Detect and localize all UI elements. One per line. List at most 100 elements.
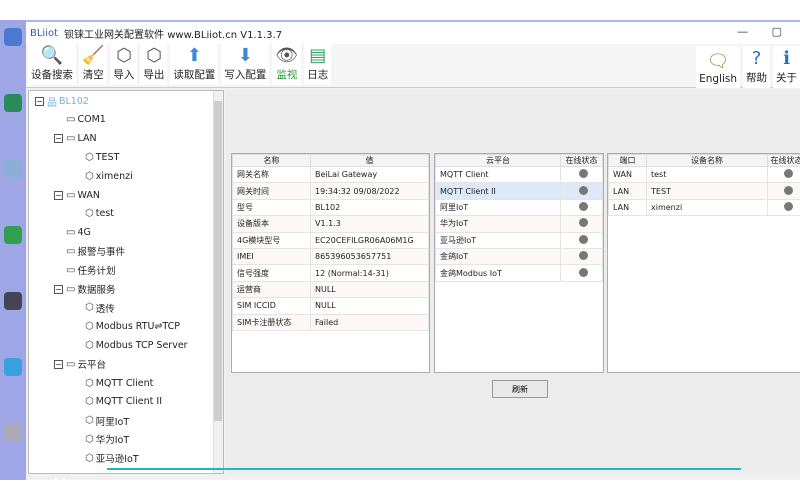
tree-item[interactable]: ▭ COM1: [66, 111, 106, 129]
table-row: 运营商 NULL: [232, 280, 429, 299]
desktop-settings-icon[interactable]: [2, 424, 24, 442]
status-dot-icon: [579, 267, 588, 277]
table-row[interactable]: MQTT Client: [435, 165, 603, 184]
log-icon: ▤: [309, 45, 327, 66]
toolbar-button-6[interactable]: 👁 监视: [272, 43, 302, 85]
toolbar-button-2[interactable]: ⬡ 导入: [110, 43, 138, 85]
tree-item-label: 透传: [95, 303, 115, 315]
cell-name: 4G模块型号: [232, 231, 311, 249]
toolbar-button-5[interactable]: ⬇ 写入配置: [221, 43, 270, 85]
refresh-button[interactable]: 刷新: [492, 380, 548, 398]
cell-status: [767, 165, 800, 184]
table-row: 网关名称 BeiLai Gateway: [232, 165, 429, 184]
table-row[interactable]: 华为IoT: [435, 215, 603, 233]
tree-item-label: ximenzi: [95, 170, 133, 182]
toolbar-right-button-1[interactable]: ? 帮助: [743, 46, 770, 88]
export-icon: ⬡: [146, 45, 162, 66]
collapse-icon[interactable]: −: [54, 190, 63, 200]
tree-item[interactable]: − ▭ WAN: [54, 186, 100, 204]
download-icon: ⬇: [237, 45, 253, 66]
status-dot-icon: [579, 218, 588, 228]
tree-item[interactable]: ⬡ TEST: [85, 148, 119, 166]
table-row[interactable]: LAN TEST: [608, 182, 800, 200]
tree-item[interactable]: ⬡ 亚马逊IoT: [85, 449, 139, 467]
scrollbar-thumb[interactable]: [214, 101, 222, 421]
toolbar-button-3[interactable]: ⬡ 导出: [140, 43, 168, 85]
tree-item[interactable]: − ▭ 数据服务: [54, 280, 115, 298]
tree-item-label: TEST: [95, 151, 120, 163]
toolbar-right-button-0[interactable]: 🗨 English: [696, 46, 740, 88]
collapse-icon[interactable]: −: [54, 359, 63, 369]
language-icon: 🗨: [706, 51, 730, 72]
help-icon: ?: [751, 48, 762, 69]
tree-item[interactable]: ⬡ 透传: [85, 299, 115, 317]
cell-name: 信号强度: [232, 264, 311, 282]
toolbar-button-7[interactable]: ▤ 日志: [304, 43, 332, 85]
recycle-bin-icon[interactable]: [2, 160, 24, 178]
cell-name: 运营商: [232, 280, 311, 299]
tree-item-label: BL102: [59, 95, 89, 107]
table-row: 4G模块型号 EC20CEFILGR06A06M1G: [232, 231, 429, 249]
tree-item[interactable]: ⬡ 华为IoT: [85, 430, 129, 448]
modbus-slave-icon[interactable]: [2, 226, 24, 244]
pause-icon[interactable]: ❚❚: [52, 478, 67, 488]
table-row[interactable]: WAN test: [608, 165, 800, 184]
tree-item[interactable]: − ▭ LAN: [54, 130, 97, 148]
network-icon[interactable]: [2, 94, 24, 112]
table-row[interactable]: MQTT Client II: [435, 182, 603, 200]
node-icon: ▭: [66, 283, 76, 295]
computer-icon[interactable]: [2, 28, 24, 46]
cell-cloud: 金鸽Modbus IoT: [435, 264, 561, 282]
button-label: 关于: [776, 72, 797, 84]
tree-item[interactable]: ⬡ test: [85, 205, 114, 223]
cell-port: WAN: [608, 165, 647, 184]
node-icon: ▭: [66, 245, 76, 257]
tree-item[interactable]: ⬡ 阿里IoT: [85, 412, 129, 430]
tree-item[interactable]: ▭ 报警与事件: [66, 242, 125, 260]
button-label: 监视: [276, 69, 298, 81]
cell-port: LAN: [608, 182, 647, 200]
tree-item[interactable]: ⬡ Modbus TCP Server: [85, 336, 188, 354]
button-label: 导入: [113, 69, 135, 81]
toolbar-button-1[interactable]: 🧹 清空: [79, 43, 108, 85]
table-row: 信号强度 12 (Normal:14-31): [232, 264, 429, 282]
tree-item[interactable]: − ▭ 云平台: [54, 355, 106, 373]
cube-icon: ⬡: [85, 377, 94, 389]
table-row[interactable]: 金鸽IoT: [435, 247, 603, 266]
cell-name: 型号: [232, 198, 311, 217]
button-label: 读取配置: [173, 69, 216, 81]
col-status: 在线状态: [560, 154, 603, 167]
table-row[interactable]: 金鸽Modbus IoT: [435, 264, 603, 282]
toolbar-button-0[interactable]: 🔍 设备搜索: [28, 43, 76, 85]
tree-item[interactable]: ▭ 任务计划: [66, 261, 115, 279]
search-icon: 🔍: [40, 45, 64, 66]
toolbar-right-button-2[interactable]: ℹ 关于: [773, 46, 800, 88]
table-row[interactable]: 阿里IoT: [435, 198, 603, 217]
wecom-icon[interactable]: [2, 358, 24, 376]
tree-item-label: Modbus TCP Server: [95, 339, 188, 351]
tree-item[interactable]: ⬡ ximenzi: [85, 167, 133, 185]
tree-item[interactable]: ⬡ Modbus RTU⇌TCP: [85, 318, 180, 336]
gateway-info-table: 名称值网关名称 BeiLai Gateway 网关时间 19:34:32 09/08/…: [231, 153, 430, 373]
button-label: 设备搜索: [31, 69, 73, 81]
tree-item[interactable]: ⬡ MQTT Client: [85, 374, 153, 392]
tree-item[interactable]: − 品 BL102: [35, 92, 89, 110]
collapse-icon[interactable]: −: [54, 284, 63, 294]
table-row: SIM卡注册状态 Failed: [232, 313, 429, 331]
collapse-icon[interactable]: −: [35, 96, 44, 106]
modbus-poll-icon[interactable]: [2, 292, 24, 310]
table-row[interactable]: LAN ximenzi: [608, 198, 800, 217]
toolbar-button-4[interactable]: ⬆ 读取配置: [170, 43, 219, 85]
video-progress-bar[interactable]: [107, 468, 741, 470]
eye-icon: 👁: [275, 45, 299, 66]
tree-scrollbar[interactable]: [213, 91, 223, 473]
tree-item-label: 数据服务: [77, 285, 116, 296]
window-controls[interactable]: — ▢: [737, 25, 792, 38]
table-row: SIM ICCID NULL: [232, 297, 429, 315]
button-label: 日志: [307, 69, 329, 81]
tree-item[interactable]: ⬡ MQTT Client II: [85, 393, 162, 411]
cell-device: TEST: [646, 182, 768, 200]
tree-item[interactable]: ▭ 4G: [66, 224, 91, 242]
collapse-icon[interactable]: −: [54, 134, 63, 144]
table-row[interactable]: 亚马逊IoT: [435, 231, 603, 249]
